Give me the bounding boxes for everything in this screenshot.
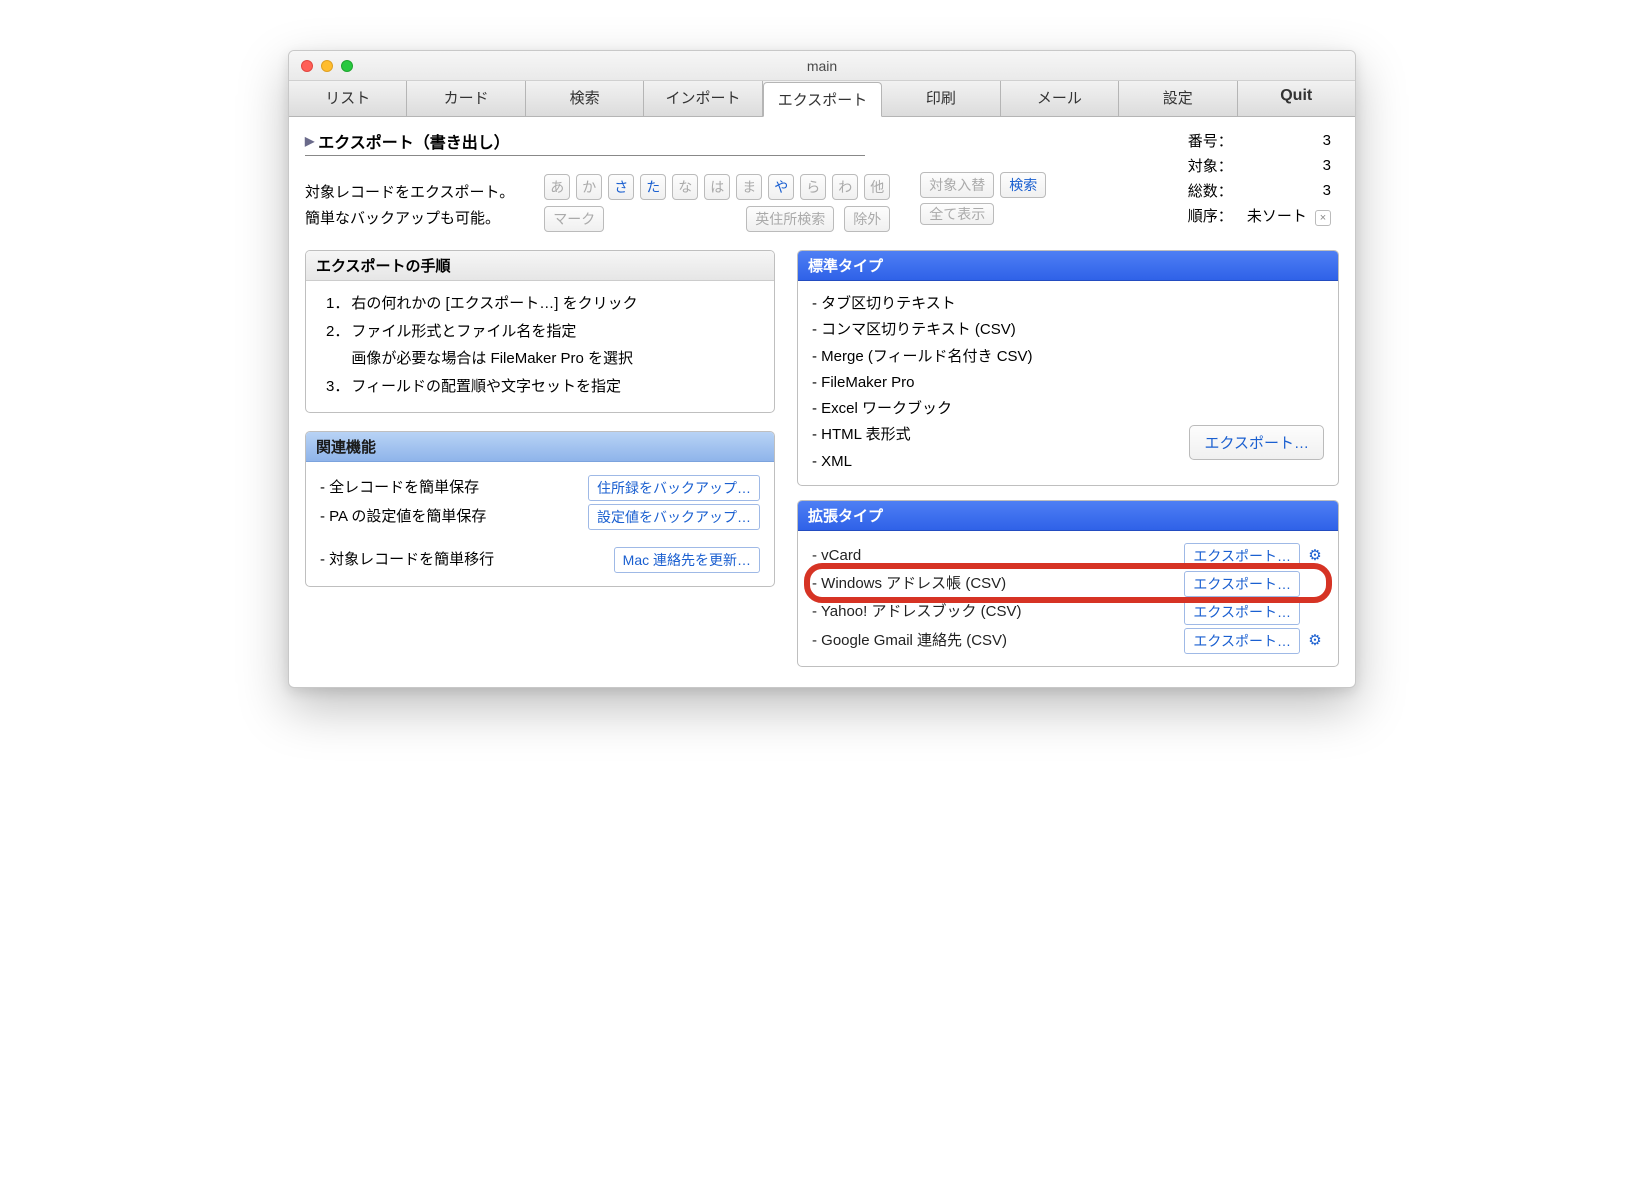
steps-title: エクスポートの手順	[306, 251, 774, 281]
related-panel: 関連機能 - 全レコードを簡単保存 住所録をバックアップ… - PA の設定値を…	[305, 431, 775, 587]
gear-icon[interactable]: ⚙	[1308, 547, 1321, 564]
export-ext-button-2[interactable]: エクスポート…	[1184, 599, 1300, 625]
close-icon[interactable]	[301, 60, 313, 72]
clear-sort-icon[interactable]: ×	[1315, 210, 1331, 226]
extended-type-panel: 拡張タイプ - vCardエクスポート…⚙- Windows アドレス帳 (CS…	[797, 500, 1339, 667]
export-ext-button-3[interactable]: エクスポート…	[1184, 628, 1300, 654]
swap-target-button: 対象入替	[920, 172, 994, 198]
kana-は: は	[704, 174, 730, 200]
related-title: 関連機能	[306, 432, 774, 462]
tab-エクスポート[interactable]: エクスポート	[763, 82, 882, 117]
stat-target: 3	[1241, 154, 1337, 177]
stat-order: 未ソート	[1247, 208, 1307, 225]
standard-type-item: - FileMaker Pro	[812, 370, 1324, 396]
ext-row: - Windows アドレス帳 (CSV)エクスポート…	[812, 571, 1324, 597]
kana-ら: ら	[800, 174, 826, 200]
kana-な: な	[672, 174, 698, 200]
standard-type-panel: 標準タイプ - タブ区切りテキスト- コンマ区切りテキスト (CSV)- Mer…	[797, 250, 1339, 486]
steps-panel: エクスポートの手順 右の何れかの [エクスポート…] をクリック ファイル形式と…	[305, 250, 775, 413]
ext-row: - Yahoo! アドレスブック (CSV)エクスポート…	[812, 599, 1324, 625]
ext-row: - Google Gmail 連絡先 (CSV)エクスポート…⚙	[812, 628, 1324, 654]
kana-index-row: あかさたなはまやらわ他	[544, 174, 890, 200]
tab-カード[interactable]: カード	[407, 81, 525, 116]
tab-quit[interactable]: Quit	[1238, 81, 1355, 116]
search-button[interactable]: 検索	[1000, 172, 1046, 198]
stat-number: 3	[1241, 129, 1337, 152]
update-mac-contacts-button[interactable]: Mac 連絡先を更新…	[614, 547, 760, 573]
kana-か: か	[576, 174, 602, 200]
extended-type-title: 拡張タイプ	[798, 501, 1338, 531]
kana-わ: わ	[832, 174, 858, 200]
kana-や[interactable]: や	[768, 174, 794, 200]
app-window: main リストカード検索インポートエクスポート印刷メール設定Quit ▶ エク…	[288, 50, 1356, 688]
tab-検索[interactable]: 検索	[526, 81, 644, 116]
export-ext-button-1[interactable]: エクスポート…	[1184, 571, 1300, 597]
standard-type-title: 標準タイプ	[798, 251, 1338, 281]
standard-type-item: - コンマ区切りテキスト (CSV)	[812, 317, 1324, 343]
exclude-button: 除外	[844, 206, 890, 232]
gear-icon[interactable]: ⚙	[1308, 632, 1321, 649]
description: 対象レコードをエクスポート。 簡単なバックアップも可能。	[305, 180, 514, 231]
backup-settings-button[interactable]: 設定値をバックアップ…	[588, 504, 760, 530]
tab-印刷[interactable]: 印刷	[882, 81, 1000, 116]
zoom-icon[interactable]	[341, 60, 353, 72]
minimize-icon[interactable]	[321, 60, 333, 72]
export-ext-button-0[interactable]: エクスポート…	[1184, 543, 1300, 569]
kana-さ[interactable]: さ	[608, 174, 634, 200]
standard-type-item: - Merge (フィールド名付き CSV)	[812, 344, 1324, 370]
ext-row: - vCardエクスポート…⚙	[812, 543, 1324, 569]
show-all-button: 全て表示	[920, 203, 994, 225]
export-standard-button[interactable]: エクスポート…	[1189, 425, 1324, 460]
backup-addressbook-button[interactable]: 住所録をバックアップ…	[588, 475, 760, 501]
kana-ま: ま	[736, 174, 762, 200]
kana-た[interactable]: た	[640, 174, 666, 200]
stat-total: 3	[1241, 179, 1337, 202]
content: ▶ エクスポート（書き出し） 対象レコードをエクスポート。 簡単なバックアップも…	[289, 117, 1355, 687]
en-address-search-button: 英住所検索	[746, 206, 834, 232]
tab-インポート[interactable]: インポート	[644, 81, 762, 116]
kana-あ: あ	[544, 174, 570, 200]
tab-設定[interactable]: 設定	[1119, 81, 1237, 116]
tab-メール[interactable]: メール	[1001, 81, 1119, 116]
tab-bar: リストカード検索インポートエクスポート印刷メール設定Quit	[289, 81, 1355, 117]
kana-他: 他	[864, 174, 890, 200]
window-title: main	[289, 58, 1355, 74]
triangle-icon: ▶	[305, 134, 314, 148]
record-stats: 番号：3 対象：3 総数：3 順序： 未ソート ×	[1180, 127, 1339, 232]
section-title-text: エクスポート（書き出し）	[318, 129, 510, 153]
tab-リスト[interactable]: リスト	[289, 81, 407, 116]
section-title: ▶ エクスポート（書き出し）	[305, 127, 865, 156]
traffic-lights	[289, 60, 353, 72]
standard-type-item: - Excel ワークブック	[812, 396, 1324, 422]
titlebar: main	[289, 51, 1355, 81]
mark-button: マーク	[544, 206, 604, 232]
standard-type-item: - タブ区切りテキスト	[812, 291, 1324, 317]
